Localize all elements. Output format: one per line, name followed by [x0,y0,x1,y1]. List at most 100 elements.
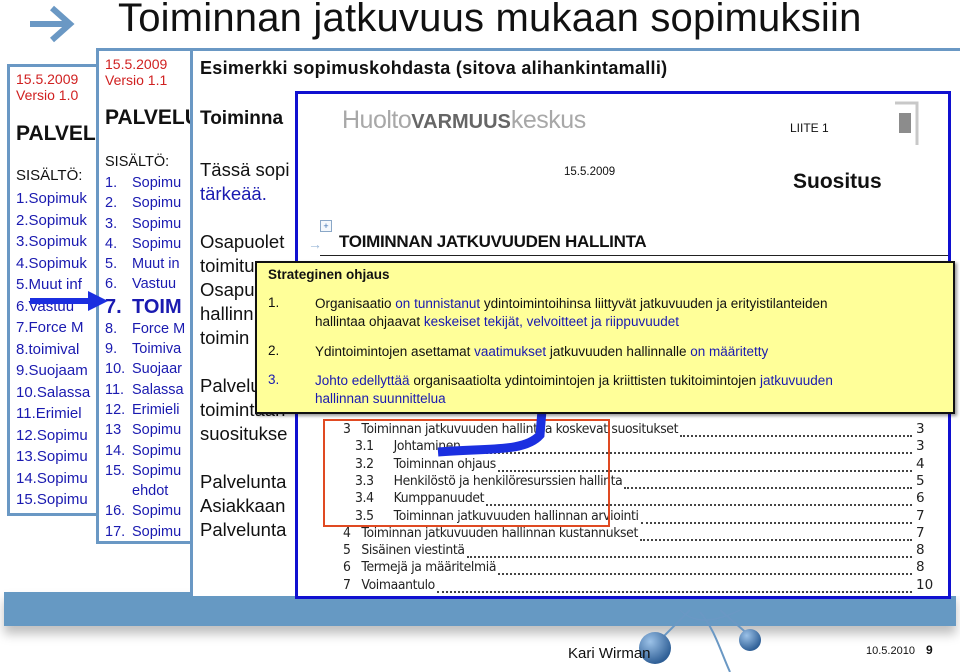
item-number: 5. [105,256,118,273]
contents-item: 15. Sopimu [105,461,185,481]
item-number: 11. [105,381,125,398]
contents-item: 11.Erimiel [16,405,82,422]
toc-page-number: 8 [916,559,925,576]
contents-item: 17. Sopimu [105,522,185,541]
callout-item-line: Johto edellyttää organisaatiolta ydintoi… [315,372,833,390]
text-segment: organisaatiolta ydintoimintojen ja kriit… [409,373,761,388]
contents-item: 3. Sopimu [105,214,185,234]
highlighted-phrase: on tunnistanut [395,296,481,311]
toc-page-number: 7 [916,507,925,524]
toc-page-number: 10 [916,576,934,593]
toc-number: 7 [343,576,351,593]
heading-arrow-icon: → [308,236,322,252]
logo-part-3: keskus [510,106,586,134]
item-number: 14. [105,442,126,459]
toc-leader-dots [641,510,912,524]
toc-number: 6 [343,559,351,576]
contents-item: 2.Sopimuk [16,211,87,229]
toc-leader-dots [680,423,912,437]
item-text: Toimiva [132,341,182,358]
doc-date: 15.5.2009 [105,56,168,72]
toc-leader-dots [437,579,912,593]
toc-number: 4 [343,524,351,541]
toc-title: Toiminnan jatkuvuuden hallinnan kustannu… [361,524,638,541]
body-line [200,206,289,230]
text-segment: ydintoimintoihinsa liittyvät jatkuvuuden… [480,296,828,311]
item-number: 15. [105,462,126,479]
contents-item: 8.toimival [16,340,80,358]
text-segment: Organisaatio [315,296,396,311]
footer-author: Kari Wirman [568,645,651,662]
move-handle-icon[interactable]: + [320,220,332,232]
contents-item: 16.Sopimu [16,511,90,514]
item-number: 2. [105,195,118,212]
contents-item: 5. Muut in [105,254,185,274]
item-number: 12. [105,401,126,418]
logo-part-2: VARMUUS [411,111,511,133]
toc-leader-dots [640,527,912,541]
item-number: 17. [105,523,126,540]
highlighted-phrase: jatkuvuuden [760,373,833,388]
toc-number: 5 [343,542,351,559]
contents-item: 8. Force M [105,319,185,339]
toc-row[interactable]: 7 Voimaantulo [343,577,435,593]
item-text: Sopimu [132,195,182,212]
item-number: 9. [105,341,118,358]
contents-item: ehdot [105,481,185,501]
toc-leader-dots [624,475,912,489]
body-line: Palvelunta [200,519,287,540]
contents-item: 6.Vastuu [105,274,185,294]
toc-page-number: 4 [916,455,925,472]
toc-row[interactable]: 4 Toiminnan jatkuvuuden hallinnan kustann… [343,525,638,541]
doc-date: 15.5.2009 [16,71,79,87]
toc-page-number: 6 [916,490,925,507]
toc-page-number: 3 [916,438,925,455]
slide-title: Toiminnan jatkuvuus mukaan sopimuksiin [118,0,862,40]
item-text: Sopimu [132,175,182,191]
toc-page-number: 5 [916,472,925,489]
doc-version: Versio 1.1 [105,72,168,88]
example-heading: Esimerkki sopimuskohdasta (sitova alihan… [200,58,668,78]
contents-list: 1. Sopimu 2. Sopimu 3. Sopimu 4. Sopimu 5. Muut i… [105,173,185,541]
toc-page-number: 7 [916,524,925,541]
contents-item: 3.Sopimuk [16,233,87,250]
attachment-label: LIITE 1 [790,121,829,135]
toc-row[interactable]: 5 Sisäinen viestintä [343,542,465,558]
item-text: Muut in [132,256,180,273]
item-number: 8. [105,320,118,337]
contents-item: 13.Sopimu [16,448,88,465]
toc-row[interactable]: 6 Termejä ja määritelmiä [343,559,496,575]
contents-item: 9.Suojaam [16,362,88,379]
contents-item: 11. Salassa [105,380,185,400]
contents-item-highlighted: 7. TOIM [105,295,185,319]
item-number: 4. [105,235,118,252]
contents-item: 13 Sopimu [105,420,185,440]
doc-version: Versio 1.0 [16,87,79,103]
contents-label: SISÄLTÖ: [16,167,83,184]
item-number: 3. [105,215,118,232]
contents-item: 9. Toimiva [105,339,185,359]
item-number: 13 [105,422,122,439]
document-type: Suositus [793,170,882,193]
hvk-logo: HuoltoVARMUUSkeskus [342,106,586,135]
callout-item-number: 2. [268,343,280,358]
right-arrow-icon [30,5,75,43]
logo-part-1: Huolto [342,106,412,134]
item-text: ehdot [132,483,169,500]
contents-item: 15.Sopimu [16,491,88,508]
item-text: Suojaar [132,361,182,378]
network-logo-icon [639,609,761,672]
contents-item: 14. Sopimu [105,441,185,461]
contents-item: 10.Salassa [16,383,91,401]
callout-item-line: hallinnan suunnittelua [315,390,446,408]
contents-label: SISÄLTÖ: [105,154,170,170]
text-segment: Ydintoimintojen asettamat [315,344,475,359]
body-line: Tässä sopi [200,159,290,180]
callout-item-line: hallintaa ohjaavat keskeiset tekijät, ve… [315,313,679,331]
pointer-arrow-icon [30,291,108,311]
contents-item: 12. Erimieli [105,400,185,420]
text-segment: jatkuvuuden hallinnalle [546,344,691,359]
body-line: tärkeää. [200,183,267,204]
item-text: Sopimu [132,462,182,479]
footer-date: 10.5.2010 [866,645,915,657]
